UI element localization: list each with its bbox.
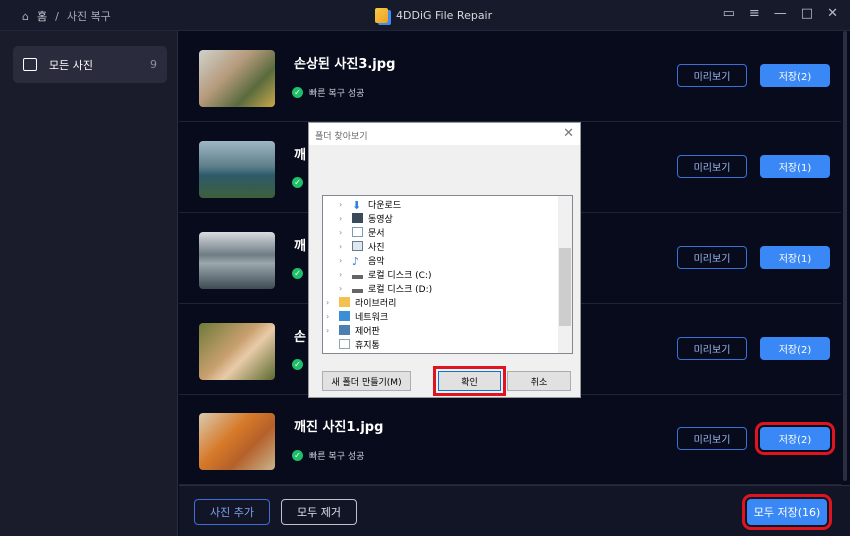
file-name: 깨	[294, 148, 306, 163]
tree-item[interactable]: › 사진	[323, 239, 572, 253]
remove-all-button[interactable]: 모두 제거	[281, 499, 357, 525]
tree-item-label: 로컬 디스크 (C:)	[368, 270, 432, 281]
thumbnail[interactable]	[199, 413, 275, 470]
preview-button[interactable]: 미리보기	[677, 246, 747, 269]
tree-item[interactable]: › 문서	[323, 225, 572, 239]
breadcrumb-current: 사진 복구	[66, 10, 111, 23]
drive-icon	[352, 283, 363, 293]
tree-item-label: 라이브러리	[355, 298, 397, 309]
add-photo-button[interactable]: 사진 추가	[194, 499, 270, 525]
pictures-icon	[352, 241, 363, 251]
app-title: 4DDiG File Repair	[396, 9, 493, 22]
tree-item[interactable]: › 제어판	[323, 323, 572, 337]
file-name: 손상된 사진3.jpg	[294, 57, 396, 72]
check-icon: ✓	[292, 268, 303, 279]
library-icon	[339, 297, 350, 307]
close-icon[interactable]: ✕	[827, 6, 838, 21]
tree-item[interactable]: 휴지통	[323, 337, 572, 351]
thumbnail[interactable]	[199, 323, 275, 380]
preview-button[interactable]: 미리보기	[677, 155, 747, 178]
tree-item-label: 네트워크	[355, 312, 389, 323]
save-button[interactable]: 저장(1)	[760, 246, 830, 269]
download-icon: ⬇	[352, 199, 362, 212]
browse-folder-dialog: 폴더 찾아보기 ✕ › ⬇ 다운로드 › 동영상 › 문서 › 사진 › ♪ 음악 › 로컬 디…	[308, 122, 581, 398]
tree-item[interactable]: › 라이브러리	[323, 295, 572, 309]
image-icon	[23, 58, 37, 71]
preview-button[interactable]: 미리보기	[677, 64, 747, 87]
document-icon	[352, 227, 363, 237]
file-name: 깨	[294, 239, 306, 254]
footer: 사진 추가 모두 제거 모두 저장(16)	[179, 485, 850, 536]
save-button[interactable]: 저장(1)	[760, 155, 830, 178]
feedback-icon[interactable]: ▭	[723, 6, 735, 21]
app-logo-icon	[375, 8, 388, 23]
breadcrumb-separator: /	[55, 9, 59, 23]
thumbnail[interactable]	[199, 50, 275, 107]
video-icon	[352, 213, 363, 223]
tree-item[interactable]: › 동영상	[323, 211, 572, 225]
drive-icon	[352, 269, 363, 279]
save-all-button[interactable]: 모두 저장(16)	[742, 494, 832, 530]
file-name: 깨진 사진1.jpg	[294, 420, 384, 435]
preview-button[interactable]: 미리보기	[677, 427, 747, 450]
tree-item[interactable]: › 네트워크	[323, 309, 572, 323]
close-icon[interactable]: ✕	[563, 126, 574, 141]
tree-scrollbar[interactable]	[558, 196, 572, 353]
check-icon: ✓	[292, 450, 303, 461]
music-icon: ♪	[352, 255, 360, 268]
control-panel-icon	[339, 325, 350, 335]
tree-item[interactable]: › 로컬 디스크 (C:)	[323, 267, 572, 281]
save-button[interactable]: 저장(2)	[760, 64, 830, 87]
new-folder-button[interactable]: 새 폴더 만들기(M)	[322, 371, 411, 391]
tree-item-label: 휴지통	[355, 340, 380, 351]
sidebar: 모든 사진 9	[0, 31, 178, 536]
sidebar-item-label: 모든 사진	[49, 58, 93, 72]
check-icon: ✓	[292, 177, 303, 188]
folder-tree[interactable]: › ⬇ 다운로드 › 동영상 › 문서 › 사진 › ♪ 음악 › 로컬 디스크 (C:) › 로…	[322, 195, 573, 354]
dialog-title: 폴더 찾아보기	[309, 123, 580, 145]
sidebar-item-all-photos[interactable]: 모든 사진 9	[13, 46, 167, 83]
minimize-icon[interactable]: —	[774, 6, 787, 21]
check-icon: ✓	[292, 359, 303, 370]
file-row: 깨진 사진1.jpg ✓ 빠른 복구 성공 미리보기 저장(2)	[179, 394, 841, 485]
tree-item-label: 문서	[368, 228, 385, 239]
ok-button[interactable]: 확인	[433, 366, 506, 396]
tree-item-label: 로컬 디스크 (D:)	[368, 284, 433, 295]
save-button[interactable]: 저장(2)	[755, 422, 835, 455]
tree-item-label: 음악	[368, 256, 385, 267]
save-button[interactable]: 저장(2)	[760, 337, 830, 360]
breadcrumb-home[interactable]: 홈	[37, 8, 47, 24]
tree-item-label: 동영상	[368, 214, 393, 225]
breadcrumb: ⌂ 홈 / 사진 복구	[22, 8, 111, 24]
tree-item[interactable]: › ⬇ 다운로드	[323, 197, 572, 212]
preview-button[interactable]: 미리보기	[677, 337, 747, 360]
menu-icon[interactable]: ≡	[749, 6, 760, 21]
tree-item[interactable]: › 로컬 디스크 (D:)	[323, 281, 572, 295]
tree-item-label: 제어판	[355, 326, 380, 337]
tree-item[interactable]: › ♪ 음악	[323, 253, 572, 268]
tree-item-label: 사진	[368, 242, 385, 253]
title-bar: ⌂ 홈 / 사진 복구 4DDiG File Repair ▭ ≡ — □ ✕	[0, 0, 850, 31]
sidebar-item-count: 9	[150, 58, 157, 71]
network-icon	[339, 311, 350, 321]
status-text: 빠른 복구 성공	[309, 452, 365, 462]
cancel-button[interactable]: 취소	[507, 371, 571, 391]
maximize-icon[interactable]: □	[801, 6, 813, 21]
file-name: 손	[294, 330, 306, 345]
check-icon: ✓	[292, 87, 303, 98]
tree-item-label: 다운로드	[368, 200, 402, 211]
home-icon[interactable]: ⌂	[22, 10, 29, 23]
scrollbar[interactable]	[843, 31, 847, 481]
recycle-bin-icon	[339, 339, 350, 349]
thumbnail[interactable]	[199, 141, 275, 198]
file-row: 손상된 사진3.jpg ✓ 빠른 복구 성공 미리보기 저장(2)	[179, 31, 841, 122]
thumbnail[interactable]	[199, 232, 275, 289]
status-text: 빠른 복구 성공	[309, 89, 365, 99]
